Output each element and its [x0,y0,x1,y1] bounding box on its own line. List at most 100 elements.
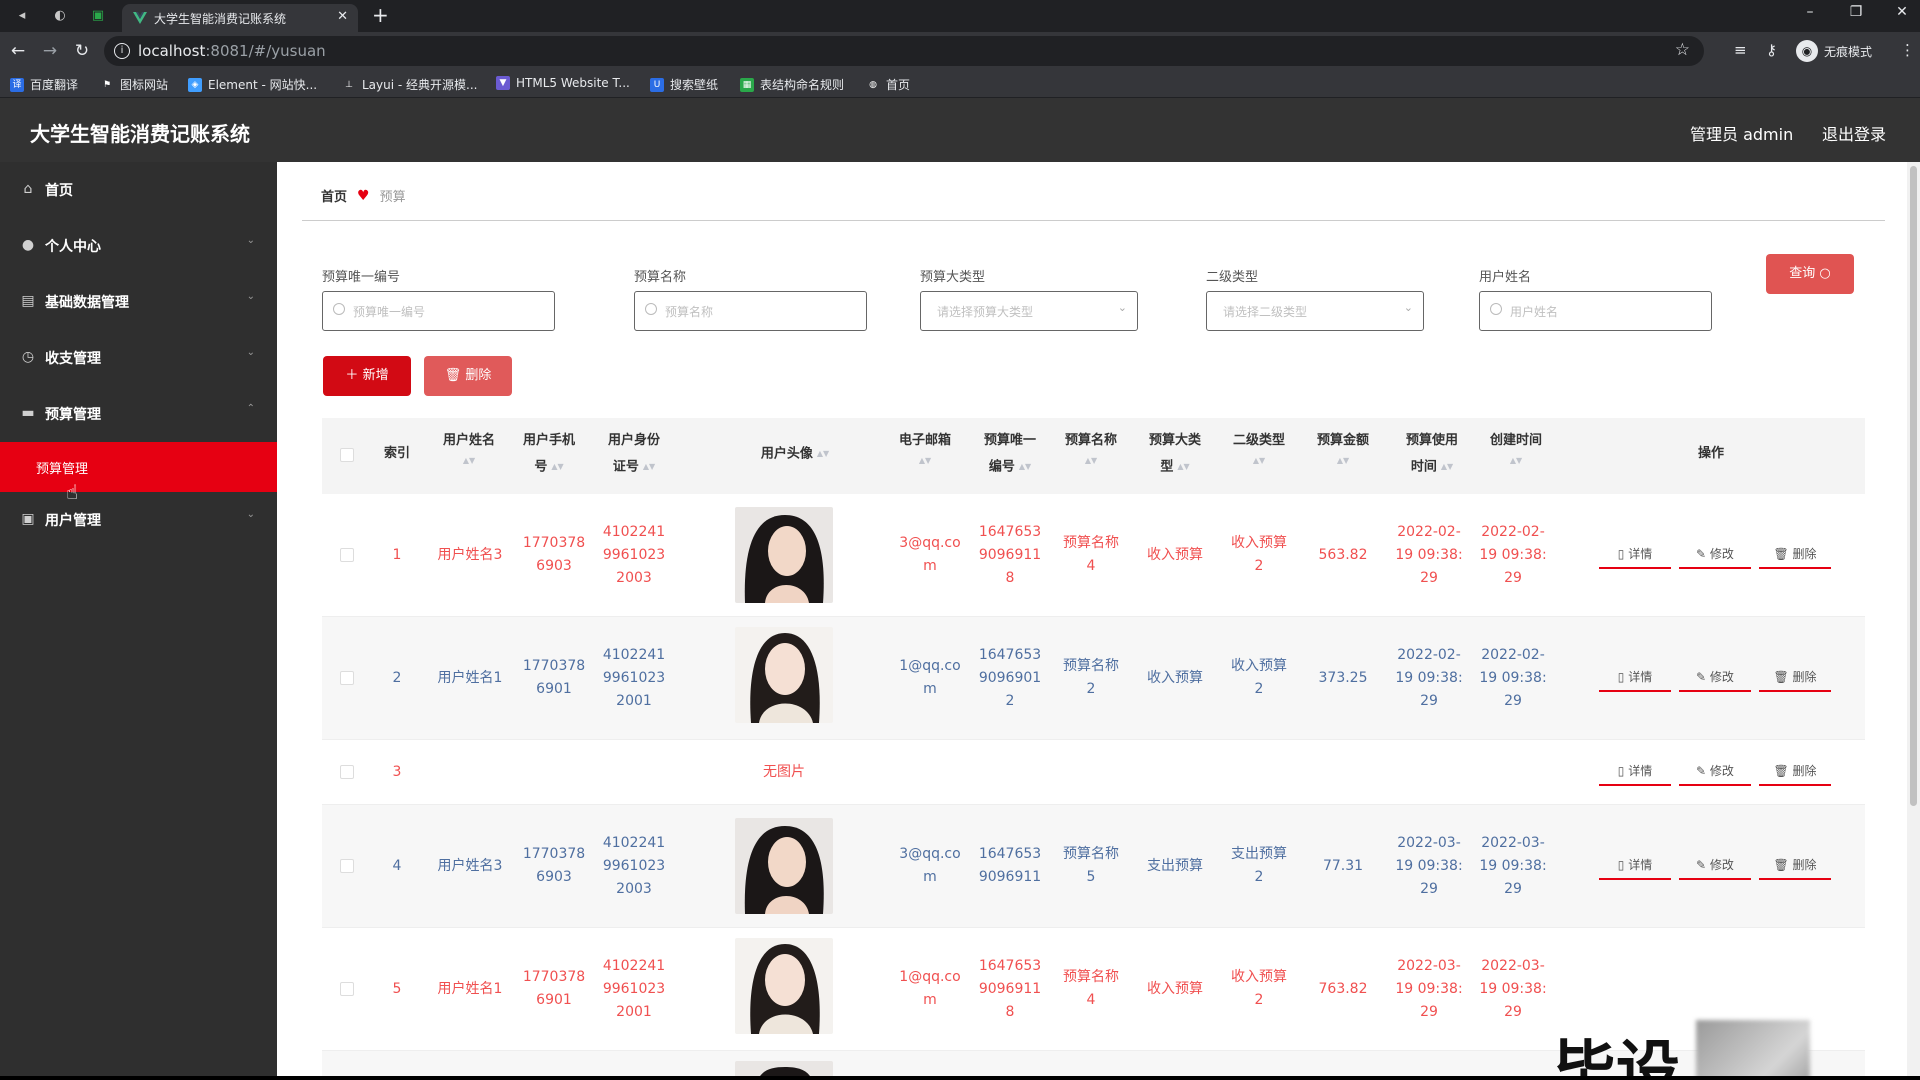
chevron-down-icon: ⌄ [1403,301,1413,314]
batch-delete-button[interactable]: 🗑 删除 [424,356,512,396]
logout-link[interactable]: 退出登录 [1822,121,1886,145]
detail-button[interactable]: ▯ 详情 [1599,539,1671,569]
reload-icon[interactable]: ↻ [72,41,92,61]
chevron-down-icon: ⌄ [246,235,255,246]
col-use-time[interactable]: 预算使用 时间 ▲▼ [1392,428,1472,481]
edit-button[interactable]: ✎ 修改 [1679,662,1751,692]
detail-button[interactable]: ▯ 详情 [1599,850,1671,880]
breadcrumb: 首页 ♥ 预算 [321,186,406,206]
new-tab-icon[interactable]: + [372,5,389,25]
row-checkbox[interactable] [340,982,354,996]
menu-dots-icon[interactable]: ⋮ [1900,41,1915,59]
back-icon[interactable]: ← [8,41,28,61]
bookmark-star-icon[interactable]: ☆ [1675,40,1690,60]
sheet-icon: ▦ [740,77,754,92]
incognito-label: 无痕模式 [1824,44,1873,59]
scrollbar[interactable] [1907,162,1920,1076]
col-budget-name[interactable]: 预算名称 ▲▼ [1056,428,1126,468]
sidebar-item-profile[interactable]: ● 个人中心 ⌄ [0,218,277,274]
chrome-icon[interactable]: ◐ [50,6,70,26]
user-icon: ● [21,237,35,253]
budget-type-select[interactable]: 请选择预算大类型 ⌄ [920,291,1138,331]
col-email[interactable]: 电子邮箱 ▲▼ [890,428,960,468]
col-subtype[interactable]: 二级类型 ▲▼ [1224,428,1294,468]
subtype-select[interactable]: 请选择二级类型 ⌄ [1206,291,1424,331]
bookmark-item[interactable]: ⚑ 图标网站 [100,76,168,93]
detail-button[interactable]: ▯ 详情 [1599,662,1671,692]
avatar [735,938,833,1034]
translate-icon: 译 [10,77,24,92]
col-created[interactable]: 创建时间 ▲▼ [1476,428,1556,468]
scrollbar-thumb[interactable] [1910,166,1917,806]
select-all-checkbox[interactable] [340,448,354,462]
row-ops: ▯ 详情 ✎ 修改 🗑 删除 [1599,850,1831,880]
bookmark-item[interactable]: ▼ HTML5 Website T... [496,76,630,90]
restore-icon[interactable]: ❐ [1846,4,1866,20]
sidebar-item-budget[interactable]: ▬ 预算管理 ⌃ [0,386,277,442]
row-checkbox[interactable] [340,765,354,779]
info-icon[interactable]: i [114,43,130,59]
edit-button[interactable]: ✎ 修改 [1679,756,1751,786]
browser-tab-bar: ◂ ◐ ▣ 大学生智能消费记账系统 ✕ + – ❐ ✕ [0,0,1920,32]
sidebar-item-income[interactable]: ◷ 收支管理 ⌄ [0,330,277,386]
col-index[interactable]: 索引 [372,441,422,467]
budget-id-input[interactable]: 预算唯一编号 [322,291,555,331]
col-id-card[interactable]: 用户身份 证号 ▲▼ [594,428,674,481]
col-budget-type[interactable]: 预算大类型 ▲▼ [1140,428,1210,481]
filter-label: 二级类型 [1206,270,1259,285]
watermark-blur [1696,1020,1810,1076]
col-amount[interactable]: 预算金额 ▲▼ [1308,428,1378,468]
delete-button[interactable]: 🗑 删除 [1759,850,1831,880]
sidebar-item-home[interactable]: ⌂ 首页 [0,162,277,218]
sidebar: ⌂ 首页 ● 个人中心 ⌄ ▤ 基础数据管理 ⌄ ◷ 收支管理 ⌄ ▬ 预算管理… [0,162,277,1076]
sidebar-item-basedata[interactable]: ▤ 基础数据管理 ⌄ [0,274,277,330]
row-checkbox[interactable] [340,671,354,685]
close-window-icon[interactable]: ✕ [1892,4,1912,20]
breadcrumb-home[interactable]: 首页 [321,186,347,205]
col-phone[interactable]: 用户手机号 ▲▼ [514,428,584,481]
add-button[interactable]: ＋ 新增 [323,356,411,396]
edit-button[interactable]: ✎ 修改 [1679,539,1751,569]
bookmark-item[interactable]: ⊥ Layui - 经典开源模... [342,76,477,93]
user-name-input[interactable]: 用户姓名 [1479,291,1712,331]
wallpaper-icon: ᑌ [650,77,664,92]
tab-active[interactable]: 大学生智能消费记账系统 ✕ [122,4,358,32]
avatar [735,818,833,914]
bookmark-item[interactable]: ◍ 首页 [866,76,910,93]
filter-label: 预算大类型 [920,270,986,285]
query-button[interactable]: 查询 ○ [1766,254,1854,294]
row-ops: ▯ 详情 ✎ 修改 🗑 删除 [1599,662,1831,692]
chevron-down-icon: ⌄ [1117,301,1127,314]
delete-button[interactable]: 🗑 删除 [1759,539,1831,569]
sidebar-subitem-budget-manage[interactable]: 预算管理 [0,442,277,492]
delete-button[interactable]: 🗑 删除 [1759,756,1831,786]
tab-search-icon[interactable]: ◂ [12,6,32,26]
incognito-indicator[interactable]: ◉ 无痕模式 [1796,39,1872,63]
bookmark-item[interactable]: ᑌ 搜索壁纸 [650,76,718,93]
edit-button[interactable]: ✎ 修改 [1679,850,1751,880]
minimize-icon[interactable]: – [1800,4,1820,20]
bookmark-item[interactable]: 译百度翻译 [10,76,78,93]
col-user-name[interactable]: 用户姓名 ▲▼ [434,428,504,468]
col-avatar[interactable]: 用户头像 ▲▼ [735,441,855,468]
delete-button[interactable]: 🗑 删除 [1759,662,1831,692]
url-input[interactable]: i localhost:8081/#/yusuan ☆ [104,36,1704,66]
forward-icon[interactable]: → [40,41,60,61]
row-checkbox[interactable] [340,548,354,562]
key-icon[interactable]: ⚷ [1766,41,1777,59]
bookmark-item[interactable]: ▦ 表结构命名规则 [740,76,844,93]
pinned-tab-icon[interactable]: ▣ [88,6,108,26]
reading-list-icon[interactable]: ≡ [1734,41,1747,59]
row-checkbox[interactable] [340,859,354,873]
sidebar-item-users[interactable]: ▣ 用户管理 ⌄ [0,492,277,548]
admin-label: 管理员 admin [1690,125,1794,144]
heart-icon: ♥ [357,187,370,204]
col-budget-id[interactable]: 预算唯一 编号 ▲▼ [970,428,1050,481]
close-tab-icon[interactable]: ✕ [337,9,348,24]
budget-name-input[interactable]: 预算名称 [634,291,867,331]
bookmark-item[interactable]: ◈ Element - 网站快... [188,76,317,93]
detail-button[interactable]: ▯ 详情 [1599,756,1671,786]
app-header: 大学生智能消费记账系统 管理员 admin 退出登录 [0,98,1920,162]
search-icon [1490,303,1502,315]
incognito-icon: ◉ [1796,40,1818,62]
